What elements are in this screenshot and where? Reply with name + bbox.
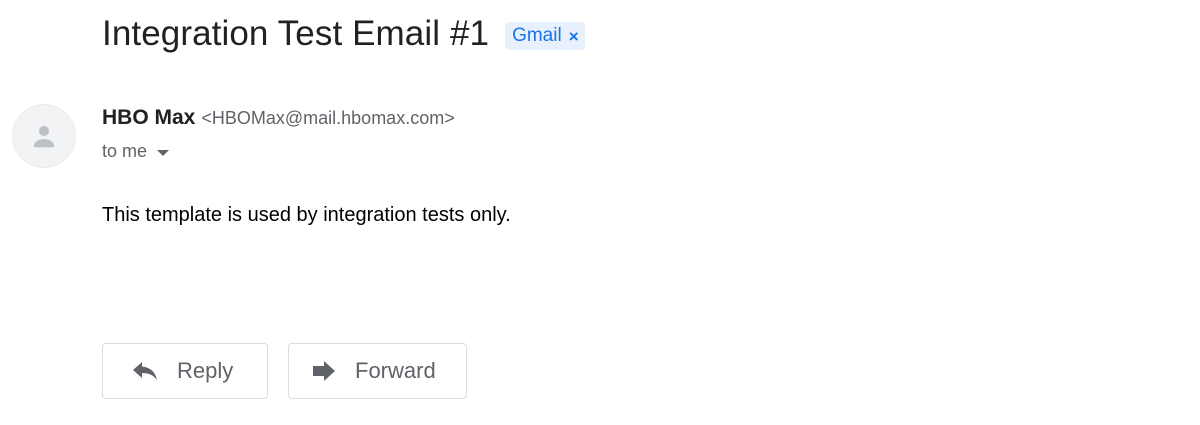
forward-button[interactable]: Forward [288, 343, 467, 399]
reply-button[interactable]: Reply [102, 343, 268, 399]
reply-label: Reply [177, 358, 234, 383]
email-body: This template is used by integration tes… [102, 204, 511, 226]
sender-avatar[interactable] [12, 104, 76, 168]
recipient-details-toggle[interactable]: to me [102, 141, 170, 162]
forward-arrow-icon [311, 359, 337, 383]
label-chip-text: Gmail [512, 25, 562, 46]
email-actions: Reply Forward [102, 343, 467, 399]
sender-email: <HBOMax@mail.hbomax.com> [201, 108, 455, 128]
remove-label-icon[interactable]: × [569, 28, 579, 45]
reply-arrow-icon [131, 359, 159, 383]
email-view: Integration Test Email #1 Gmail × HBO Ma… [0, 0, 1200, 425]
caret-down-icon[interactable] [157, 149, 170, 156]
sender-name[interactable]: HBO Max [102, 106, 195, 129]
person-icon [34, 126, 54, 148]
sender-line: HBO Max <HBOMax@mail.hbomax.com> [102, 106, 455, 130]
subject-row: Integration Test Email #1 Gmail × [102, 14, 585, 54]
label-chip-gmail[interactable]: Gmail × [505, 22, 585, 50]
forward-label: Forward [355, 358, 436, 383]
email-subject: Integration Test Email #1 [102, 14, 490, 53]
recipient-text: to me [102, 141, 148, 161]
